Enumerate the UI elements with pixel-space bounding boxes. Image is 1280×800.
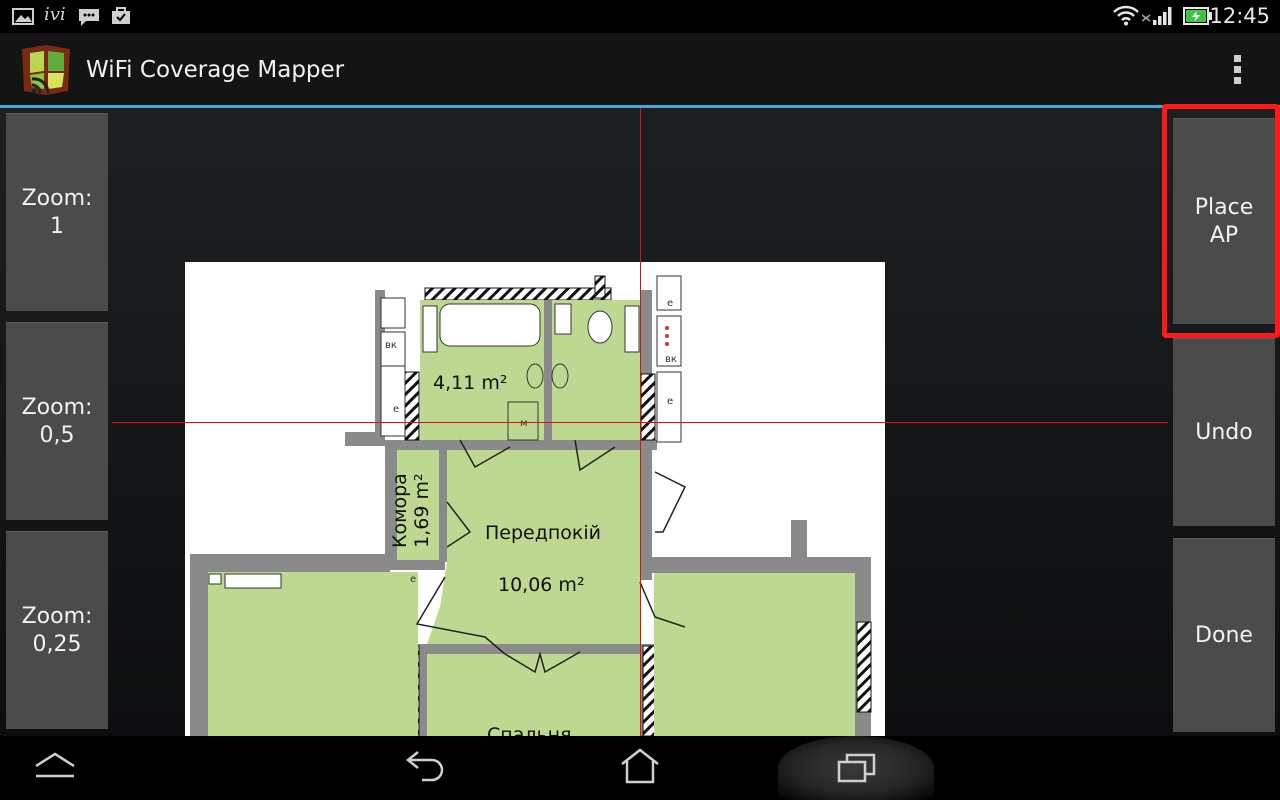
zoom-0-25-button[interactable]: Zoom: 0,25 bbox=[6, 531, 108, 729]
room-label-bedroom: Спальня bbox=[487, 724, 572, 736]
room-label-hallway-area: 10,06 m² bbox=[498, 574, 585, 596]
clock: 12:45 bbox=[1209, 4, 1270, 28]
wifi-icon bbox=[1113, 5, 1139, 26]
store-icon bbox=[112, 7, 130, 24]
app-title: WiFi Coverage Mapper bbox=[86, 57, 345, 83]
room-label-hallway: Передпокій bbox=[485, 522, 602, 544]
fixture-label: е bbox=[393, 404, 399, 415]
ivi-icon: ivi bbox=[44, 4, 66, 25]
overflow-menu-icon[interactable] bbox=[1226, 53, 1250, 87]
message-icon bbox=[79, 9, 99, 26]
home-icon[interactable] bbox=[618, 746, 662, 786]
crosshair-horizontal bbox=[112, 422, 1168, 423]
fixture-label: е bbox=[667, 298, 673, 309]
floorplan-image[interactable]: вк е е е е м вк 4,11 m² Комора 1,69 m² П… bbox=[185, 262, 885, 736]
fixture-label: вк bbox=[385, 340, 397, 351]
app-logo-icon[interactable] bbox=[18, 41, 74, 97]
action-bar: WiFi Coverage Mapper bbox=[0, 33, 1280, 105]
room-label-bathroom-area: 4,11 m² bbox=[433, 372, 508, 394]
back-icon[interactable] bbox=[402, 748, 448, 784]
recent-apps-icon[interactable] bbox=[836, 750, 878, 784]
place-ap-highlight bbox=[1162, 104, 1280, 338]
home-up-icon[interactable] bbox=[32, 750, 78, 780]
fixture-label: м bbox=[520, 418, 528, 429]
room-label-storage: Комора 1,69 m² bbox=[389, 473, 433, 548]
zoom-1-button[interactable]: Zoom: 1 bbox=[6, 113, 108, 311]
undo-button[interactable]: Undo bbox=[1173, 338, 1275, 526]
gallery-icon bbox=[12, 8, 34, 25]
status-bar: ivi 12:45 bbox=[0, 0, 1280, 33]
fixture-label: е bbox=[410, 574, 416, 585]
fixture-label: вк bbox=[665, 354, 677, 365]
done-button[interactable]: Done bbox=[1173, 538, 1275, 732]
fixture-label: е bbox=[667, 396, 673, 407]
zoom-0-5-button[interactable]: Zoom: 0,5 bbox=[6, 322, 108, 520]
signal-icon bbox=[1142, 7, 1172, 25]
navigation-bar bbox=[0, 736, 1280, 800]
